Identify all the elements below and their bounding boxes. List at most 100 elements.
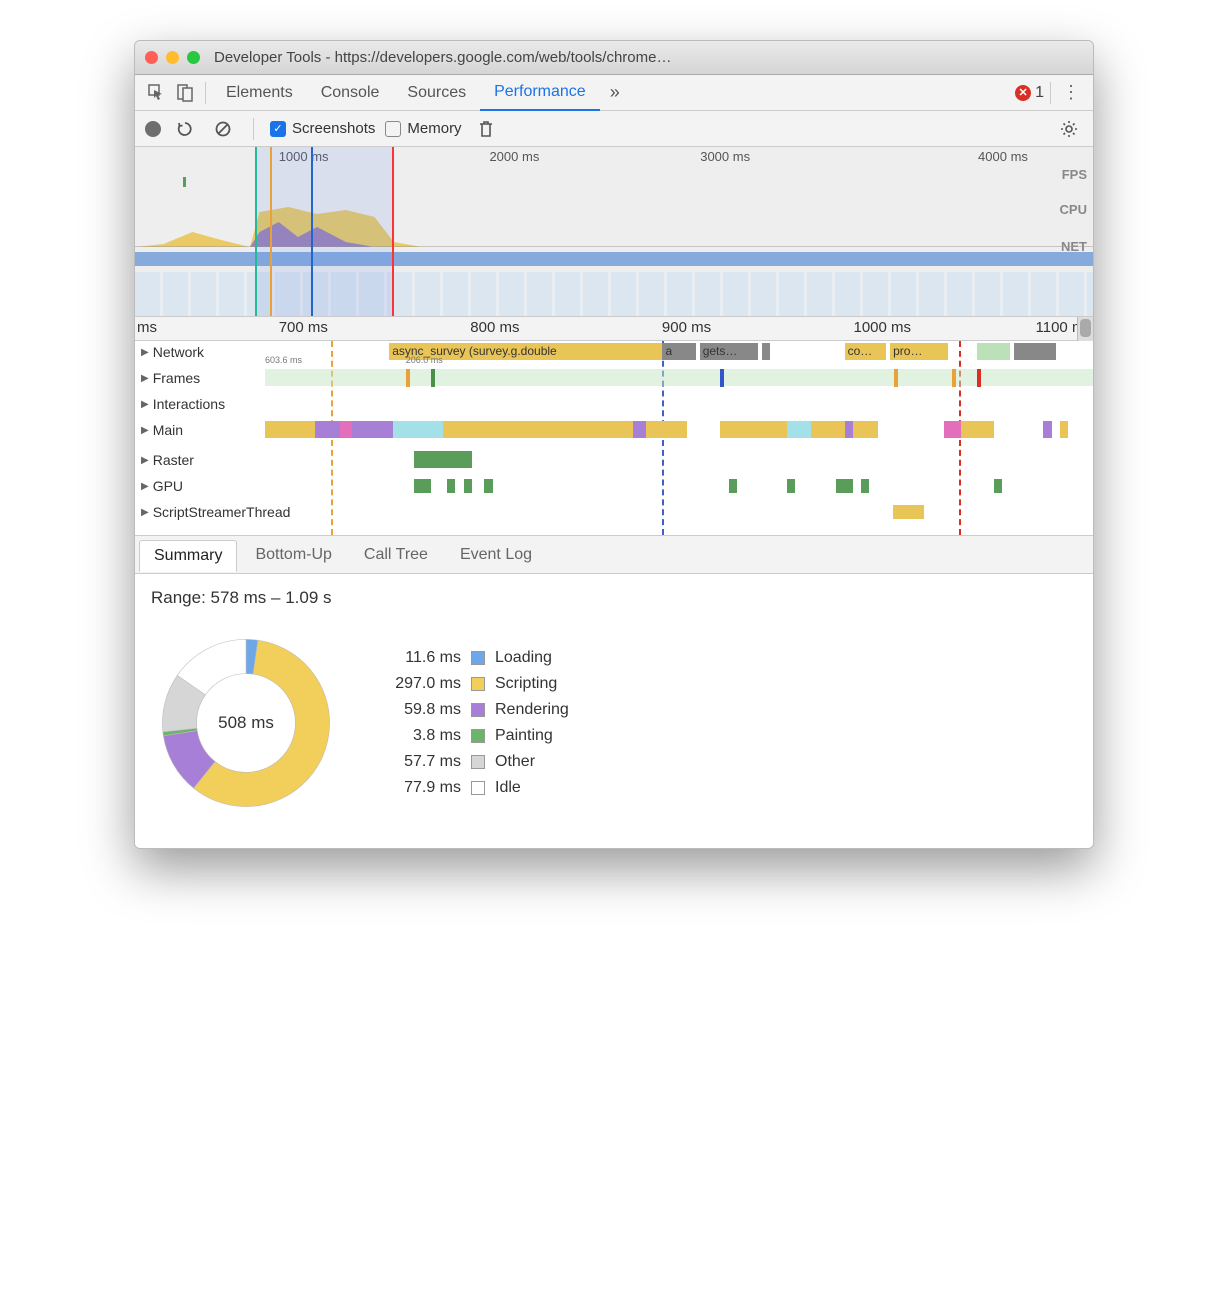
screenshots-checkbox[interactable]: ✓ Screenshots	[270, 120, 375, 137]
task-bar[interactable]	[787, 421, 812, 438]
tab-performance[interactable]: Performance	[480, 75, 600, 111]
network-bar[interactable]	[977, 343, 1010, 360]
lane-frames[interactable]: ▶Frames 603.6 ms 206.0 ms	[135, 367, 1093, 393]
details-tabs: Summary Bottom-Up Call Tree Event Log	[135, 536, 1093, 574]
tab-summary[interactable]: Summary	[139, 540, 237, 572]
gear-icon[interactable]	[1055, 115, 1083, 143]
horizontal-scrollbar[interactable]	[1077, 317, 1093, 341]
donut-total: 508 ms	[218, 713, 274, 733]
task-bar[interactable]	[352, 421, 393, 438]
kebab-menu-icon[interactable]: ⋮	[1057, 82, 1085, 103]
maximize-icon[interactable]	[187, 51, 200, 64]
task-bar[interactable]	[994, 479, 1002, 493]
network-bar[interactable]: co…	[845, 343, 886, 360]
lane-header[interactable]: ▶Interactions	[135, 393, 265, 415]
legend-label: Other	[495, 753, 535, 771]
chevron-right-icon: ▶	[141, 455, 149, 466]
task-bar[interactable]	[787, 479, 795, 493]
frame-boundary	[977, 369, 981, 387]
tab-event-log[interactable]: Event Log	[446, 540, 546, 570]
minimize-icon[interactable]	[166, 51, 179, 64]
legend-row: 59.8 msRendering	[381, 701, 569, 719]
panel-tabs: Elements Console Sources Performance »	[212, 75, 630, 111]
tab-bottom-up[interactable]: Bottom-Up	[241, 540, 345, 570]
legend-swatch	[471, 651, 485, 665]
task-bar[interactable]	[414, 479, 431, 493]
trash-icon[interactable]	[472, 115, 500, 143]
task-bar[interactable]	[853, 421, 878, 438]
flame-chart[interactable]: ▶Network async_survey (survey.g.doubleag…	[135, 341, 1093, 536]
lane-interactions[interactable]: ▶Interactions	[135, 393, 1093, 419]
task-bar[interactable]	[265, 421, 315, 438]
task-bar[interactable]	[811, 421, 844, 438]
detail-ruler[interactable]: ms 700 ms 800 ms 900 ms 1000 ms 1100 m	[135, 317, 1093, 341]
network-bar[interactable]: gets…	[700, 343, 758, 360]
task-bar[interactable]	[447, 479, 455, 493]
memory-checkbox[interactable]: Memory	[385, 120, 461, 137]
tab-call-tree[interactable]: Call Tree	[350, 540, 442, 570]
overview-selection[interactable]	[255, 147, 394, 316]
overview-tick: 2000 ms	[489, 149, 539, 164]
record-button[interactable]	[145, 121, 161, 137]
legend-row: 77.9 msIdle	[381, 779, 569, 797]
task-bar[interactable]	[893, 505, 924, 519]
inspect-icon[interactable]	[143, 79, 171, 107]
task-bar[interactable]	[961, 421, 994, 438]
network-bar[interactable]: pro…	[890, 343, 948, 360]
lane-header[interactable]: ▶Frames	[135, 367, 265, 389]
task-bar[interactable]	[845, 421, 853, 438]
lane-header[interactable]: ▶ScriptStreamerThread	[135, 501, 325, 523]
legend-label: Rendering	[495, 701, 569, 719]
overview-timeline[interactable]: 1000 ms 2000 ms 3000 ms 4000 ms FPS CPU …	[135, 147, 1093, 317]
titlebar: Developer Tools - https://developers.goo…	[135, 41, 1093, 75]
task-bar[interactable]	[464, 479, 472, 493]
clear-icon[interactable]	[209, 115, 237, 143]
task-bar[interactable]	[861, 479, 869, 493]
task-bar[interactable]	[315, 421, 340, 438]
legend-ms: 57.7 ms	[381, 753, 461, 771]
lane-header[interactable]: ▶Network	[135, 341, 265, 363]
task-bar[interactable]	[646, 421, 687, 438]
legend-row: 57.7 ms Other	[381, 753, 569, 771]
network-bar[interactable]: a	[662, 343, 695, 360]
task-bar[interactable]	[443, 421, 633, 438]
tab-console[interactable]: Console	[307, 75, 394, 111]
tab-elements[interactable]: Elements	[212, 75, 307, 111]
network-bar[interactable]	[1014, 343, 1055, 360]
lane-header[interactable]: ▶GPU	[135, 475, 265, 497]
chevron-right-icon: ▶	[141, 399, 149, 410]
chevron-right-icon: ▶	[141, 481, 149, 492]
lane-raster[interactable]: ▶Raster	[135, 449, 1093, 475]
reload-icon[interactable]	[171, 115, 199, 143]
task-bar[interactable]	[340, 421, 352, 438]
performance-toolbar: ✓ Screenshots Memory	[135, 111, 1093, 147]
task-bar[interactable]	[393, 421, 443, 438]
task-bar[interactable]	[729, 479, 737, 493]
ruler-tick: 700 ms	[279, 319, 328, 336]
task-bar[interactable]	[1043, 421, 1051, 438]
device-toggle-icon[interactable]	[171, 79, 199, 107]
legend-swatch	[471, 755, 485, 769]
error-badge[interactable]: ✕ 1	[1015, 84, 1044, 102]
legend-label: Painting	[495, 727, 553, 745]
lane-gpu[interactable]: ▶GPU	[135, 475, 1093, 501]
tabs-overflow-icon[interactable]: »	[600, 82, 630, 103]
task-bar[interactable]	[944, 421, 961, 438]
frame-time: 603.6 ms	[265, 355, 302, 365]
task-bar[interactable]	[633, 421, 645, 438]
error-icon: ✕	[1015, 85, 1031, 101]
lane-script-streamer[interactable]: ▶ScriptStreamerThread	[135, 501, 1093, 527]
lane-header[interactable]: ▶Main	[135, 419, 265, 441]
task-bar[interactable]	[720, 421, 786, 438]
legend-ms: 11.6 ms	[381, 649, 461, 667]
lane-header[interactable]: ▶Raster	[135, 449, 265, 471]
tab-sources[interactable]: Sources	[393, 75, 480, 111]
task-bar[interactable]	[1060, 421, 1068, 438]
lane-main[interactable]: ▶Main	[135, 419, 1093, 449]
task-bar[interactable]	[836, 479, 853, 493]
task-bar[interactable]	[484, 479, 492, 493]
task-bar[interactable]	[414, 451, 472, 468]
network-bar[interactable]	[762, 343, 770, 360]
frame-boundary	[431, 369, 435, 387]
close-icon[interactable]	[145, 51, 158, 64]
